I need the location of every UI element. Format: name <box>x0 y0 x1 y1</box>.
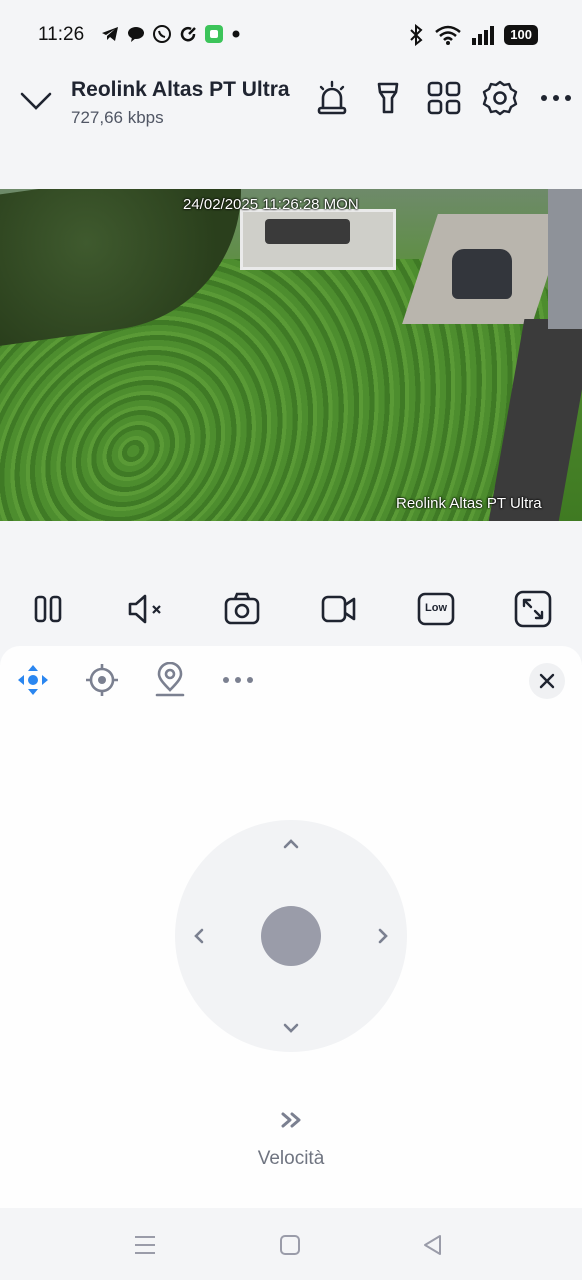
wifi-icon <box>435 25 462 45</box>
ptz-direction-icon[interactable] <box>15 662 51 698</box>
record-icon[interactable] <box>319 589 359 629</box>
system-nav-bar <box>0 1208 582 1280</box>
chevron-down-icon[interactable] <box>281 1018 301 1038</box>
bitrate-label: 727,66 kbps <box>71 108 164 127</box>
mute-icon[interactable] <box>125 589 165 629</box>
android-app-icon <box>205 25 223 43</box>
fullscreen-icon[interactable] <box>513 589 553 629</box>
camera-header: Reolink Altas PT Ultra 727,66 kbps <box>0 70 582 140</box>
preset-target-icon[interactable] <box>84 662 120 698</box>
status-time: 11:26 <box>38 24 85 45</box>
chevron-left-icon[interactable] <box>189 926 209 946</box>
grid-view-icon[interactable] <box>426 80 462 116</box>
telegram-icon <box>102 27 118 41</box>
video-side-wall <box>548 189 582 329</box>
signal-icon <box>472 26 495 45</box>
speed-icon[interactable] <box>280 1110 304 1130</box>
chat-bubble-icon <box>128 27 144 42</box>
dot-icon <box>232 30 240 38</box>
chevron-right-icon[interactable] <box>373 926 393 946</box>
status-bar: 11:26 100 <box>0 0 582 70</box>
quality-low-icon[interactable]: Low <box>416 589 456 629</box>
chevron-down-icon[interactable] <box>18 86 54 114</box>
video-timestamp: 24/02/2025 11:26:28 MON <box>183 196 359 213</box>
pause-icon[interactable] <box>28 589 68 629</box>
notification-icons <box>100 24 242 44</box>
close-icon <box>539 673 555 689</box>
ptz-panel: Velocità <box>0 646 582 1208</box>
close-panel-button[interactable] <box>529 663 565 699</box>
video-camera-label: Reolink Altas PT Ultra <box>396 495 542 512</box>
quality-label: Low <box>425 602 447 614</box>
live-video-feed[interactable]: 24/02/2025 11:26:28 MON Reolink Altas PT… <box>0 189 582 521</box>
more-icon[interactable] <box>220 662 256 698</box>
sync-icon <box>180 27 196 42</box>
video-furniture <box>265 219 350 244</box>
more-icon[interactable] <box>538 80 574 116</box>
siren-icon[interactable] <box>314 80 350 116</box>
player-controls: Low <box>0 585 582 635</box>
system-icons: 100 <box>406 24 538 46</box>
battery-indicator: 100 <box>504 25 538 45</box>
speed-label[interactable]: Velocità <box>0 1148 582 1170</box>
spotlight-icon[interactable] <box>370 80 406 116</box>
menu-icon[interactable] <box>132 1232 158 1258</box>
home-icon[interactable] <box>277 1232 303 1258</box>
whatsapp-icon <box>153 25 171 43</box>
patrol-location-icon[interactable] <box>152 662 188 698</box>
bluetooth-icon <box>410 24 423 46</box>
camera-title[interactable]: Reolink Altas PT Ultra <box>71 78 290 102</box>
back-icon[interactable] <box>420 1232 446 1258</box>
joystick-knob[interactable] <box>261 906 321 966</box>
video-car <box>452 249 512 299</box>
ptz-joystick[interactable] <box>175 820 407 1052</box>
snapshot-icon[interactable] <box>222 589 262 629</box>
chevron-up-icon[interactable] <box>281 834 301 854</box>
settings-icon[interactable] <box>482 80 518 116</box>
